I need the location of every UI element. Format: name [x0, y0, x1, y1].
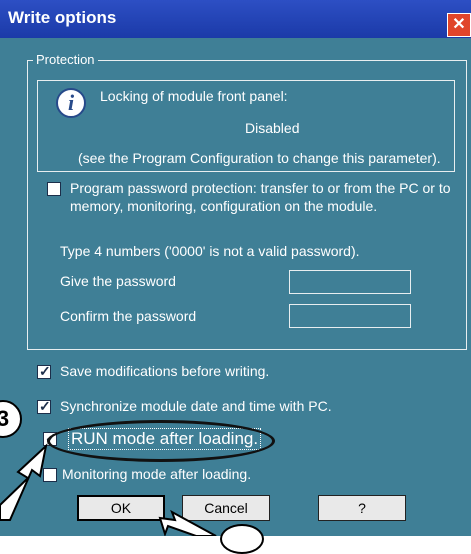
- step-marker-bottom: [220, 524, 264, 554]
- arrow-bottom-icon: [158, 509, 217, 536]
- annotation-arrows: [0, 443, 217, 536]
- arrow-left-icon: [0, 443, 48, 521]
